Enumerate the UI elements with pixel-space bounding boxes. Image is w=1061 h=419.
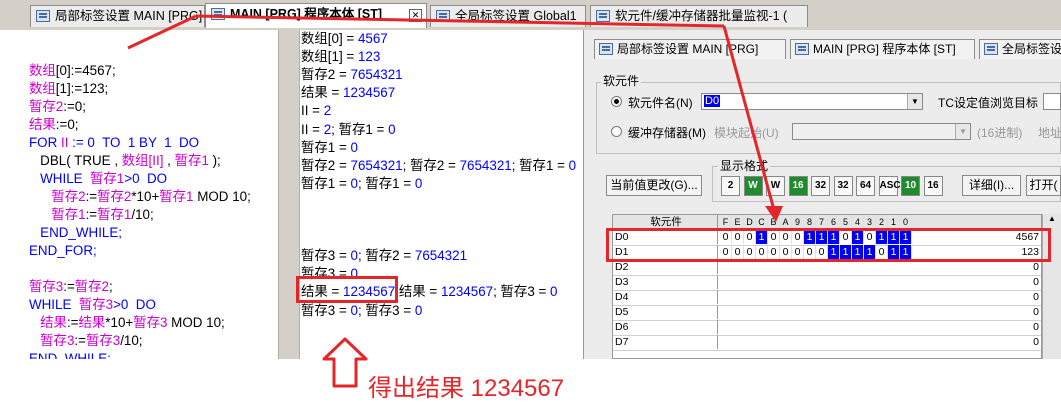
arrowhead-icon — [765, 206, 783, 222]
grid-highlight-box — [606, 228, 1051, 262]
result-highlight-box — [296, 276, 398, 303]
annotation-text: 得出结果 1234567 — [368, 375, 565, 402]
up-arrow-icon — [322, 337, 368, 388]
annotation-arrow-line — [722, 25, 776, 211]
annotation-line — [195, 14, 725, 28]
annotation-overlay — [127, 14, 783, 388]
annotation-line — [127, 14, 197, 50]
